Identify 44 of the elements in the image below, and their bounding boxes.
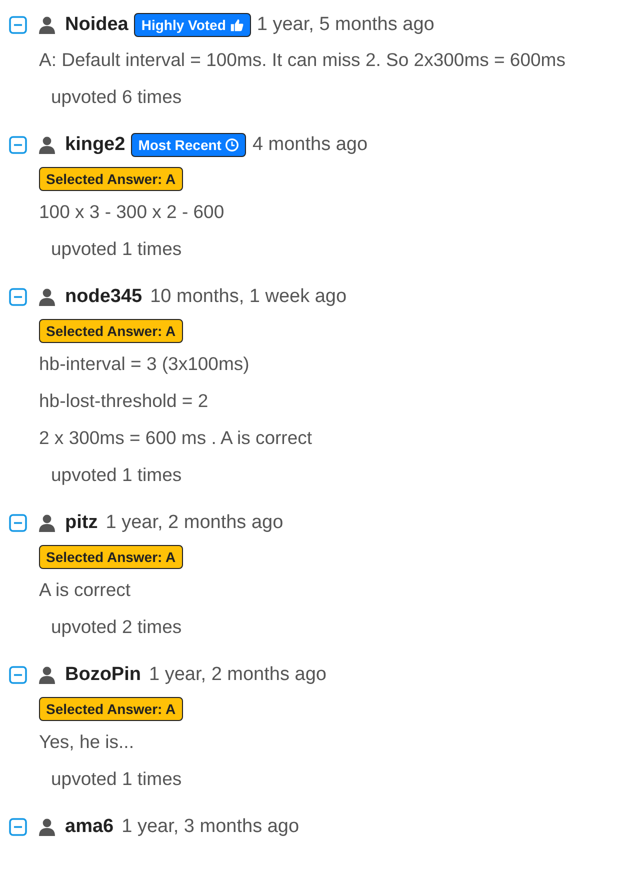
collapse-icon[interactable] (9, 818, 27, 836)
user-icon (39, 16, 55, 34)
upvote-count: upvoted 1 times (50, 767, 183, 791)
selected-answer-badge: Selected Answer: A (39, 167, 183, 191)
user-icon (39, 514, 55, 532)
upvote-count: upvoted 1 times (50, 463, 183, 487)
comment-text: 100 x 3 - 300 x 2 - 600 (39, 200, 226, 224)
comment-time: 1 year, 2 months ago (149, 664, 326, 686)
collapse-icon[interactable] (9, 514, 27, 532)
username[interactable]: kinge2 (65, 134, 126, 156)
username[interactable]: BozoPin (65, 664, 141, 686)
user-icon (39, 136, 55, 154)
comment-time: 10 months, 1 week ago (150, 286, 347, 308)
comment-text: Yes, he is... (39, 730, 135, 754)
upvote-count: upvoted 6 times (50, 85, 183, 109)
comment-time: 1 year, 5 months ago (256, 14, 434, 36)
clock-icon (225, 138, 240, 152)
username[interactable]: pitz (65, 512, 98, 534)
collapse-icon[interactable] (9, 666, 27, 684)
selected-answer-badge: Selected Answer: A (39, 545, 183, 569)
comment-text: A: Default interval = 100ms. It can miss 2. So 2x300ms = 600ms (39, 48, 566, 72)
collapse-icon[interactable] (9, 288, 27, 306)
comment-time: 4 months ago (252, 134, 368, 156)
user-icon (39, 666, 55, 684)
username[interactable]: node345 (65, 286, 142, 308)
user-icon (39, 288, 55, 306)
comment-text: hb-interval = 3 (3x100ms) (39, 352, 250, 376)
vote-badge: Highly Voted (134, 13, 251, 37)
username[interactable]: Noidea (65, 14, 128, 36)
upvote-count: upvoted 1 times (50, 237, 183, 261)
collapse-icon[interactable] (9, 136, 27, 154)
username[interactable]: ama6 (65, 816, 114, 838)
comment-time: 1 year, 2 months ago (106, 512, 284, 534)
selected-answer-badge: Selected Answer: A (39, 319, 183, 343)
comment-time: 1 year, 3 months ago (122, 816, 300, 838)
comment-text: 2 x 300ms = 600 ms . A is correct (39, 426, 313, 450)
selected-answer-badge: Selected Answer: A (39, 697, 183, 721)
user-icon (39, 818, 55, 836)
collapse-icon[interactable] (9, 16, 27, 34)
comment-text: A is correct (39, 578, 132, 602)
thumbs-up-icon (230, 18, 244, 32)
vote-badge: Most Recent (131, 133, 246, 157)
comment-text: hb-lost-threshold = 2 (39, 389, 210, 413)
upvote-count: upvoted 2 times (50, 615, 183, 639)
